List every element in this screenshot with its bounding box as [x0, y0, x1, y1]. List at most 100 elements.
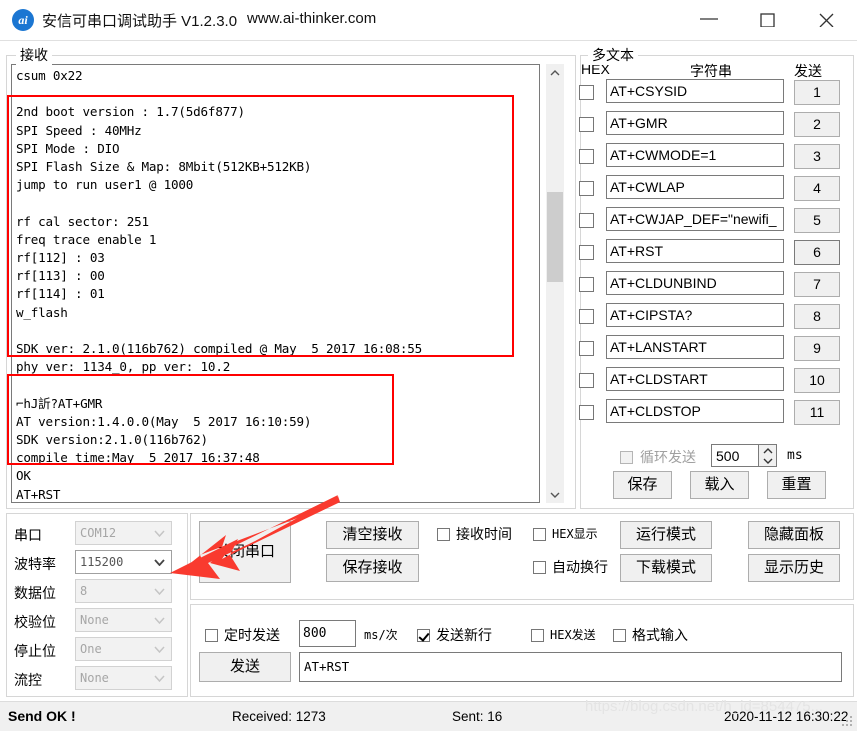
run-mode-button[interactable]: 运行模式 — [620, 521, 712, 549]
receive-time-checkbox[interactable] — [437, 528, 450, 541]
multitext-send-button-9[interactable]: 9 — [794, 336, 840, 361]
multitext-send-button-10[interactable]: 10 — [794, 368, 840, 393]
multitext-hex-checkbox-4[interactable] — [579, 181, 594, 196]
multitext-row: AT+CWMODE=13 — [0, 143, 272, 173]
multitext-command-input-5[interactable]: AT+CWJAP_DEF="newifi_ — [606, 207, 784, 231]
title-bar: ai 安信可串口调试助手 V1.2.3.0 www.ai-thinker.com — [0, 0, 857, 41]
multitext-send-button-3[interactable]: 3 — [794, 144, 840, 169]
multitext-command-input-3[interactable]: AT+CWMODE=1 — [606, 143, 784, 167]
multitext-save-button[interactable]: 保存 — [613, 471, 672, 499]
multitext-send-button-2[interactable]: 2 — [794, 112, 840, 137]
serial-databits-select[interactable]: 8 — [75, 579, 172, 603]
multitext-command-input-6[interactable]: AT+RST — [606, 239, 784, 263]
loop-interval-input[interactable]: 500 — [711, 444, 759, 467]
scroll-up-button[interactable] — [546, 64, 564, 82]
chevron-down-icon — [154, 530, 165, 537]
serial-baud-select[interactable]: 115200 — [75, 550, 172, 574]
resize-grip[interactable] — [842, 716, 854, 728]
multitext-hex-checkbox-3[interactable] — [579, 149, 594, 164]
multitext-row: AT+CLDSTART10 — [0, 367, 272, 397]
multitext-command-input-2[interactable]: AT+GMR — [606, 111, 784, 135]
receive-scrollbar[interactable] — [546, 64, 564, 503]
window-title: 安信可串口调试助手 V1.2.3.0 — [42, 10, 237, 31]
receive-time-label: 接收时间 — [456, 524, 512, 544]
scrollbar-thumb[interactable] — [547, 192, 563, 282]
show-history-button[interactable]: 显示历史 — [748, 554, 840, 582]
download-mode-button[interactable]: 下载模式 — [620, 554, 712, 582]
multitext-hex-checkbox-8[interactable] — [579, 309, 594, 324]
maximize-button[interactable] — [745, 0, 792, 38]
format-input-label: 格式输入 — [632, 625, 688, 645]
multitext-send-button-6[interactable]: 6 — [794, 240, 840, 265]
status-send-state: Send OK ! — [8, 708, 76, 724]
multitext-command-input-11[interactable]: AT+CLDSTOP — [606, 399, 784, 423]
serial-parity-select[interactable]: None — [75, 608, 172, 632]
multitext-load-button[interactable]: 载入 — [690, 471, 749, 499]
serial-stopbits-label: 停止位 — [14, 641, 56, 661]
timed-interval-input[interactable]: 800 — [299, 620, 356, 647]
multitext-row: AT+CLDUNBIND7 — [0, 271, 272, 301]
save-receive-button[interactable]: 保存接收 — [326, 554, 419, 582]
hide-panel-button[interactable]: 隐藏面板 — [748, 521, 840, 549]
multitext-command-input-10[interactable]: AT+CLDSTART — [606, 367, 784, 391]
multitext-send-button-5[interactable]: 5 — [794, 208, 840, 233]
loop-interval-stepper[interactable] — [759, 444, 777, 467]
send-newline-checkbox[interactable] — [417, 629, 430, 642]
multitext-row: AT+CSYSID1 — [0, 79, 272, 109]
hex-display-checkbox[interactable] — [533, 528, 546, 541]
multitext-send-button-11[interactable]: 11 — [794, 400, 840, 425]
multitext-header-send: 发送 — [794, 61, 822, 81]
serial-databits-value: 8 — [80, 584, 87, 598]
loop-send-checkbox[interactable] — [620, 451, 633, 464]
multitext-command-input-7[interactable]: AT+CLDUNBIND — [606, 271, 784, 295]
app-logo-icon: ai — [12, 9, 34, 31]
hex-send-label: HEX发送 — [550, 626, 596, 643]
serial-flow-select[interactable]: None — [75, 666, 172, 690]
serial-stopbits-value: One — [80, 642, 102, 656]
send-button[interactable]: 发送 — [199, 652, 291, 682]
multitext-hex-checkbox-6[interactable] — [579, 245, 594, 260]
multitext-hex-checkbox-5[interactable] — [579, 213, 594, 228]
multitext-hex-checkbox-10[interactable] — [579, 373, 594, 388]
multitext-command-input-8[interactable]: AT+CIPSTA? — [606, 303, 784, 327]
loop-send-label: 循环发送 — [640, 447, 696, 467]
auto-wrap-label: 自动换行 — [552, 557, 608, 577]
serial-port-label: 串口 — [14, 525, 42, 545]
multitext-command-input-1[interactable]: AT+CSYSID — [606, 79, 784, 103]
close-port-button[interactable]: 关闭串口 — [199, 521, 291, 583]
status-bar: Send OK ! Received: 1273 Sent: 16 2020-1… — [0, 701, 857, 731]
multitext-hex-checkbox-9[interactable] — [579, 341, 594, 356]
multitext-send-button-1[interactable]: 1 — [794, 80, 840, 105]
maximize-icon — [759, 13, 779, 27]
format-input-checkbox[interactable] — [613, 629, 626, 642]
hex-send-checkbox[interactable] — [531, 629, 544, 642]
chevron-down-icon — [550, 491, 560, 498]
clear-receive-button[interactable]: 清空接收 — [326, 521, 419, 549]
hex-display-label: HEX显示 — [552, 525, 598, 542]
multitext-send-button-4[interactable]: 4 — [794, 176, 840, 201]
multitext-command-input-4[interactable]: AT+CWLAP — [606, 175, 784, 199]
send-newline-label: 发送新行 — [436, 625, 492, 645]
close-icon — [818, 13, 838, 27]
minimize-button[interactable] — [686, 0, 733, 38]
close-button[interactable] — [804, 0, 851, 38]
send-text-input[interactable]: AT+RST — [299, 652, 842, 682]
multitext-reset-button[interactable]: 重置 — [767, 471, 826, 499]
auto-wrap-checkbox[interactable] — [533, 561, 546, 574]
serial-flow-value: None — [80, 671, 109, 685]
multitext-hex-checkbox-2[interactable] — [579, 117, 594, 132]
serial-stopbits-select[interactable]: One — [75, 637, 172, 661]
timed-send-checkbox[interactable] — [205, 629, 218, 642]
serial-databits-label: 数据位 — [14, 583, 56, 603]
multitext-send-button-8[interactable]: 8 — [794, 304, 840, 329]
serial-parity-value: None — [80, 613, 109, 627]
multitext-command-input-9[interactable]: AT+LANSTART — [606, 335, 784, 359]
multitext-hex-checkbox-7[interactable] — [579, 277, 594, 292]
multitext-hex-checkbox-11[interactable] — [579, 405, 594, 420]
chevron-down-icon — [154, 675, 165, 682]
scroll-down-button[interactable] — [546, 485, 564, 503]
multitext-header-string: 字符串 — [690, 61, 732, 81]
multitext-send-button-7[interactable]: 7 — [794, 272, 840, 297]
multitext-hex-checkbox-1[interactable] — [579, 85, 594, 100]
serial-port-select[interactable]: COM12 — [75, 521, 172, 545]
